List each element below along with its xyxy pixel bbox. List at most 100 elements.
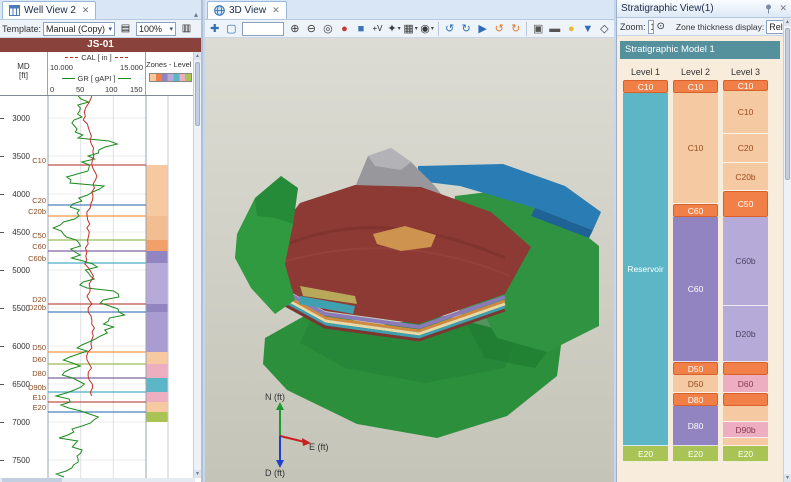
scroll-up-icon[interactable]: ▲ [194,52,201,60]
zone-block[interactable]: C60 [673,217,718,362]
pin-icon[interactable] [764,4,773,14]
tab-3d-view[interactable]: 3D View ✕ [207,1,287,19]
zoom-window-icon[interactable]: ▢ [224,21,240,37]
zone-block[interactable]: D20b [723,306,768,362]
zoom-extents-icon[interactable]: ◎ [320,21,336,37]
well-view-vertical-scrollbar[interactable]: ▲ ▼ [193,52,201,478]
zoom-select[interactable]: 100%▾ [136,22,176,36]
model-header: Stratigraphic Model 1 [620,41,780,59]
tab-well-view-2[interactable]: Well View 2 ✕ [2,1,96,19]
scrollbar-thumb[interactable] [195,62,200,126]
curve-track-header: CAL [ in ] 10.00015.000 GR [ gAPI ] 0501… [48,52,146,95]
zone-label: C20 [12,196,46,205]
cube-icon[interactable]: ■ [353,21,369,37]
zone-block[interactable] [723,362,768,375]
zone-block[interactable] [723,393,768,406]
zone-block[interactable]: C10 [723,80,768,91]
strat-column: C10ReservoirE20 [623,80,668,462]
gr-scale-label: 150 [130,85,143,94]
zone-block[interactable]: E20 [673,446,718,462]
zone-block[interactable]: E20 [723,446,768,462]
frame-input[interactable] [242,22,284,36]
camera-icon[interactable]: ▣ [530,21,546,37]
add-vertical-intersection-icon[interactable]: +V [370,21,386,37]
gr-scale-label: 0 [50,85,54,94]
well-table-icon [9,5,20,16]
strat-headers: Level 1Level 2Level 3 [617,67,783,77]
visibility-icon[interactable]: ◉▾ [419,21,435,37]
zone-label: C60 [12,242,46,251]
close-icon[interactable]: ✕ [779,3,787,14]
stratigraphic-view-panel: Stratigraphic View(1) ✕ Zoom: 100%▾ ⊙ Zo… [616,0,791,482]
rotate-cw-icon[interactable]: ↻ [508,21,524,37]
zoom-tool-icon[interactable]: ⊙ [656,19,666,35]
close-icon[interactable]: ✕ [82,5,90,16]
chevron-down-icon: ▾ [415,25,418,32]
template-select[interactable]: Manual (Copy)▾ [43,22,115,36]
fit-width-icon[interactable]: ▥ [178,21,195,37]
zone-block[interactable] [723,406,768,422]
zone-block[interactable]: C20 [723,134,768,163]
page-setup-icon[interactable]: ▤ [117,21,134,37]
pin-icon[interactable]: ▼ [580,21,596,37]
light-icon[interactable]: ● [564,21,580,37]
close-icon[interactable]: ✕ [272,5,280,16]
zone-block[interactable]: E20 [623,446,668,462]
thickness-label: Zone thickness display: [676,22,764,32]
cal-legend-line [115,57,128,58]
zone-block[interactable]: C10 [673,80,718,93]
zone-label: D90b [12,383,46,392]
depth-label: 7000 [2,418,30,427]
scroll-down-icon[interactable]: ▼ [784,474,791,482]
zone-label: C20b [12,207,46,216]
measure-icon[interactable]: ● [337,21,353,37]
zone-block[interactable]: D50 [673,375,718,393]
strat-title-bar: Stratigraphic View(1) ✕ [617,0,791,18]
zone-block[interactable]: C10 [673,93,718,204]
zone-block[interactable]: C50 [723,191,768,217]
cal-max-label: 15.000 [120,63,143,73]
zone-block[interactable]: D60 [723,375,768,393]
zoom-in-icon[interactable]: ⊕ [287,21,303,37]
zone-label: E20 [12,403,46,412]
orbit-left-icon[interactable]: ↺ [442,21,458,37]
chevron-down-icon: ▾ [431,25,434,32]
zone-block[interactable]: C20b [723,163,768,191]
settings-icon[interactable]: ✦▾ [386,21,402,37]
strat-zoom-select[interactable]: 100%▾ [648,20,654,34]
well-view-horizontal-scrollbar[interactable] [0,478,195,482]
zone-block[interactable]: D50 [673,362,718,375]
3d-scene[interactable]: N (ft) E (ft) D (ft) [205,38,614,482]
pan-icon[interactable]: ✚ [207,21,223,37]
zone-block[interactable]: C60b [723,217,768,306]
rotate-ccw-icon[interactable]: ↺ [491,21,507,37]
zone-block[interactable]: D80 [673,393,718,406]
zone-label: C50 [12,231,46,240]
scrollbar-thumb[interactable] [2,478,62,482]
cal-legend-line [65,57,78,58]
strat-vertical-scrollbar[interactable]: ▲ ▼ [783,18,791,482]
zone-block[interactable] [723,438,768,446]
gr-legend-line [62,78,75,79]
zoom-label: Zoom: [620,22,646,32]
zoom-out-icon[interactable]: ⊖ [304,21,320,37]
polygon-icon[interactable]: ◇ [597,21,613,37]
collapse-panel-icon[interactable]: ▴ [194,10,198,19]
log-area[interactable]: 3000350040004500500055006000650070007500… [0,96,195,478]
display-style-icon[interactable]: ▦▾ [403,21,419,37]
zone-block[interactable]: C60 [673,204,718,217]
zones-header-label: Zones - Level 3 [146,60,195,69]
scroll-down-icon[interactable]: ▼ [194,470,201,478]
play-icon[interactable]: ▶ [475,21,491,37]
scroll-up-icon[interactable]: ▲ [784,18,791,26]
zone-block[interactable]: D90b [723,422,768,438]
well-view-tabbar: Well View 2 ✕ ▴ [0,0,201,20]
video-icon[interactable]: ▬ [547,21,563,37]
zone-block[interactable]: Reservoir [623,93,668,446]
orbit-right-icon[interactable]: ↻ [458,21,474,37]
zone-block[interactable]: D80 [673,406,718,446]
zone-block[interactable]: C10 [623,80,668,93]
zone-block[interactable]: C10 [723,91,768,134]
scrollbar-thumb[interactable] [785,28,790,180]
zoom-value: 100% [651,22,654,32]
